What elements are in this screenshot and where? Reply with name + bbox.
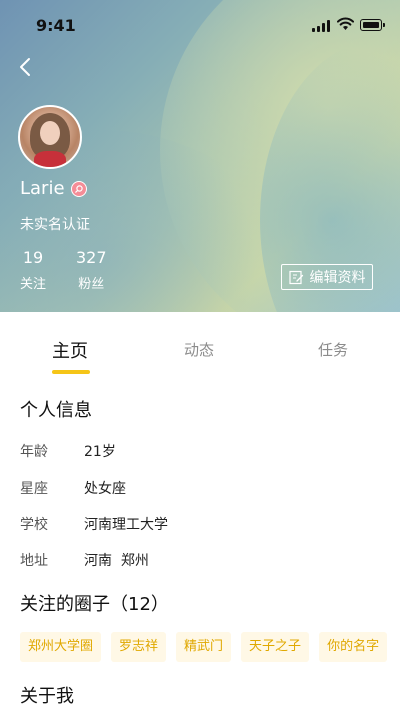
school-label: 学校: [20, 517, 48, 533]
tab-home[interactable]: 主页: [52, 337, 88, 363]
followers-count: 327: [76, 248, 107, 267]
edit-profile-button[interactable]: 编辑资料: [281, 264, 373, 290]
edit-profile-label: 编辑资料: [309, 270, 366, 286]
tab-tasks[interactable]: 任务: [318, 339, 348, 360]
search-badge-icon: [71, 181, 87, 197]
followers-stat[interactable]: 327 粉丝: [76, 248, 107, 292]
circle-chip[interactable]: 罗志祥: [111, 632, 167, 662]
age-value: 21岁: [84, 444, 116, 460]
circles-title: 关注的圈子（12）: [20, 594, 169, 615]
address-value: 河南 郑州: [84, 553, 149, 569]
circle-chip[interactable]: 你的名字: [319, 632, 388, 662]
verification-status: 未实名认证: [20, 217, 90, 233]
wifi-icon: [337, 17, 354, 30]
circle-chip[interactable]: 郑州大学圈: [20, 632, 102, 662]
following-count: 19: [22, 248, 44, 267]
tab-bar: 主页 动态 任务: [0, 312, 400, 378]
about-me-title: 关于我: [20, 686, 74, 707]
avatar[interactable]: [18, 105, 82, 169]
following-label: 关注: [20, 277, 47, 292]
address-label: 地址: [20, 553, 48, 569]
circle-chip[interactable]: 天子之子: [241, 632, 310, 662]
zodiac-label: 星座: [20, 481, 48, 497]
edit-icon: [288, 270, 303, 284]
signal-icon: [312, 20, 332, 32]
battery-icon: [360, 19, 385, 31]
school-value: 河南理工大学: [84, 517, 168, 533]
circle-chip[interactable]: 精武门: [176, 632, 232, 662]
status-time: 9:41: [36, 16, 76, 35]
back-icon[interactable]: [14, 55, 38, 79]
following-stat[interactable]: 19 关注: [20, 248, 46, 292]
status-bar: 9:41: [0, 0, 400, 50]
followers-label: 粉丝: [78, 277, 105, 292]
age-label: 年龄: [20, 444, 48, 460]
username: Larie: [20, 178, 65, 199]
active-tab-indicator: [52, 370, 90, 374]
tab-activity[interactable]: 动态: [184, 339, 214, 360]
profile-header: 9:41 Larie 未实名认证 19 关注 327 粉丝 编辑资料: [0, 0, 400, 312]
zodiac-value: 处女座: [84, 481, 126, 497]
personal-info-title: 个人信息: [20, 400, 92, 421]
circle-chip-list: 郑州大学圈 罗志祥 精武门 天子之子 你的名字: [20, 632, 400, 662]
